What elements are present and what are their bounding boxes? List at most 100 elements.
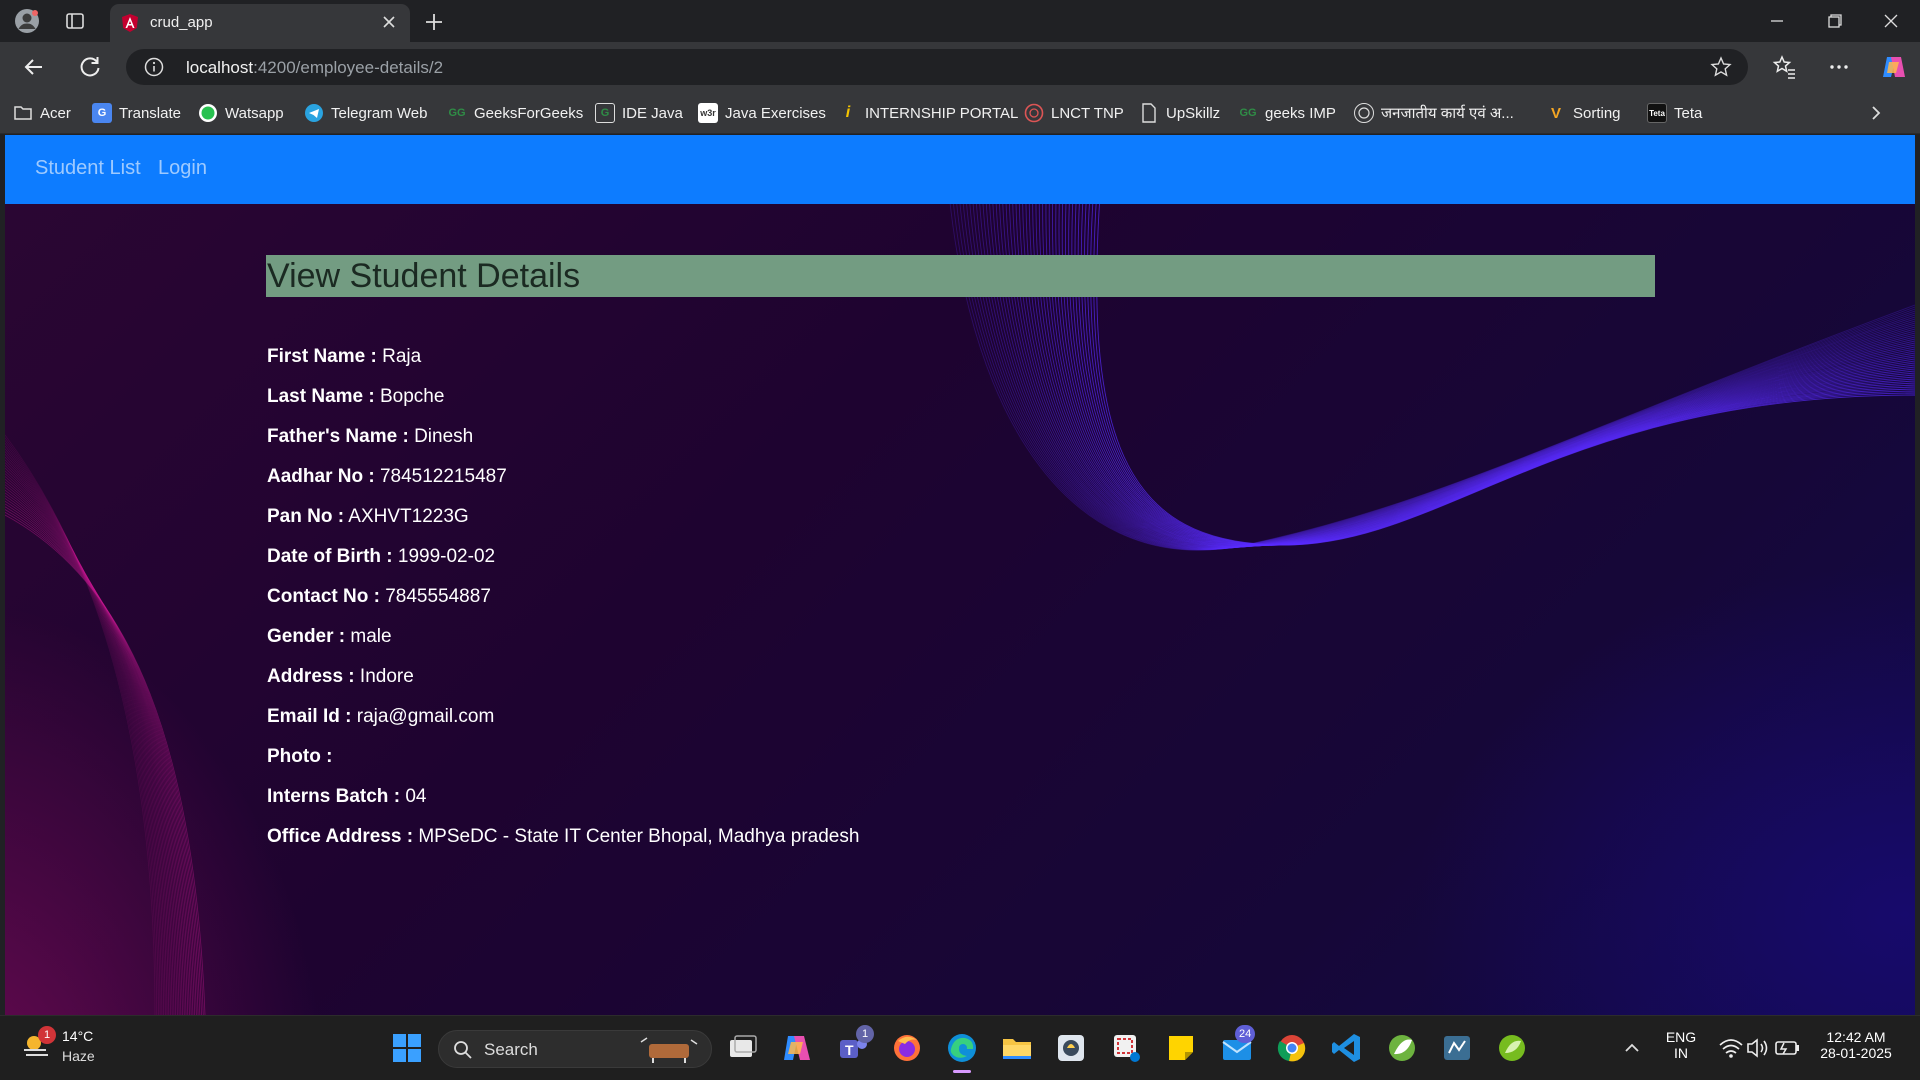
field-label: First Name : xyxy=(267,346,377,367)
close-tab-icon[interactable] xyxy=(380,13,398,31)
bookmark-internship-portal[interactable]: i INTERNSHIP PORTAL xyxy=(838,102,1019,124)
chrome-icon[interactable] xyxy=(1275,1031,1309,1065)
field-label: Aadhar No : xyxy=(267,466,375,487)
detail-contact-no: Contact No : 7845554887 xyxy=(267,577,859,617)
bookmark-ide-java[interactable]: G IDE Java xyxy=(595,102,683,124)
site-info-icon[interactable] xyxy=(144,57,164,77)
windows-start-icon[interactable] xyxy=(390,1031,424,1065)
bookmark-sorting[interactable]: V Sorting xyxy=(1546,102,1621,124)
nav-login-link[interactable]: Login xyxy=(158,157,207,180)
system-clock[interactable]: 12:42 AM 28-01-2025 xyxy=(1810,1029,1902,1061)
page-heading-banner: View Student Details xyxy=(266,255,1655,297)
bookmark-label: Watsapp xyxy=(225,104,284,122)
field-label: Photo : xyxy=(267,746,333,767)
field-value: Bopche xyxy=(379,386,445,407)
bookmark-geeks-imp[interactable]: GG geeks IMP xyxy=(1238,102,1335,124)
bookmark-label: जनजातीय कार्य एवं अ... xyxy=(1381,105,1514,122)
new-tab-icon[interactable] xyxy=(420,9,448,35)
favorite-star-icon[interactable] xyxy=(1710,56,1732,78)
url-text[interactable]: localhost:4200/employee-details/2 xyxy=(186,58,443,78)
detail-interns-batch: Interns Batch : 04 xyxy=(267,777,859,817)
bookmark-lnct-tnp[interactable]: LNCT TNP xyxy=(1024,102,1124,124)
file-explorer-icon[interactable] xyxy=(1000,1031,1034,1065)
bookmark-janjatiya-karya[interactable]: जनजातीय कार्य एवं अ... xyxy=(1354,102,1514,124)
field-label: Last Name : xyxy=(267,386,375,407)
bookmark-acer[interactable]: Acer xyxy=(13,102,71,124)
search-highlight-icon xyxy=(640,1037,698,1063)
field-value: 04 xyxy=(405,786,427,807)
bookmark-label: Sorting xyxy=(1573,104,1621,122)
task-view-icon[interactable] xyxy=(726,1031,760,1065)
bookmark-java-exercises[interactable]: w3r Java Exercises xyxy=(698,102,826,124)
field-value: male xyxy=(350,626,392,647)
bookmarks-overflow-chevron-icon[interactable] xyxy=(1866,102,1886,124)
taskbar-search-box[interactable]: Search xyxy=(438,1030,712,1068)
page-title: View Student Details xyxy=(267,257,581,295)
snipping-tool-icon[interactable] xyxy=(1109,1031,1143,1065)
detail-email-id: Email Id : raja@gmail.com xyxy=(267,697,859,737)
detail-aadhar-no: Aadhar No : 784512215487 xyxy=(267,457,859,497)
address-bar[interactable]: localhost:4200/employee-details/2 xyxy=(126,49,1748,85)
spring-tool-suite-icon[interactable] xyxy=(1385,1031,1419,1065)
bookmark-translate[interactable]: G Translate xyxy=(92,102,181,124)
tab-crud-app[interactable]: crud_app xyxy=(110,4,410,42)
language-indicator[interactable]: ENG IN xyxy=(1658,1029,1704,1061)
back-arrow-icon[interactable] xyxy=(20,53,48,81)
more-options-icon[interactable] xyxy=(1825,53,1853,81)
region-code: IN xyxy=(1674,1045,1688,1061)
url-host: localhost xyxy=(186,58,254,77)
bookmark-label: Translate xyxy=(119,104,181,122)
internship-portal-icon: i xyxy=(845,104,851,121)
firefox-icon[interactable] xyxy=(890,1031,924,1065)
bookmark-label: UpSkillz xyxy=(1166,104,1221,122)
spring-boot-icon[interactable] xyxy=(1495,1031,1529,1065)
field-label: Gender : xyxy=(267,626,346,647)
microsoft-teams-icon[interactable]: T 1 xyxy=(836,1025,874,1065)
bookmark-label: Java Exercises xyxy=(725,104,826,122)
minimize-icon[interactable] xyxy=(1765,10,1789,32)
copilot-app-icon[interactable] xyxy=(780,1031,814,1065)
detail-photo: Photo : xyxy=(267,737,859,777)
mail-icon[interactable]: 24 xyxy=(1220,1025,1256,1065)
tab-actions-icon[interactable] xyxy=(62,8,88,34)
battery-icon[interactable] xyxy=(1770,1031,1804,1065)
bookmark-telegram-web[interactable]: Telegram Web xyxy=(304,102,427,124)
mysql-workbench-icon[interactable] xyxy=(1440,1031,1474,1065)
detail-office-address: Office Address : MPSeDC - State IT Cente… xyxy=(267,817,859,857)
profile-avatar-icon[interactable] xyxy=(14,8,40,34)
refresh-icon[interactable] xyxy=(76,53,104,81)
url-path: :4200/employee-details/2 xyxy=(253,58,444,77)
app-navbar: Student List Login xyxy=(5,135,1915,204)
google-translate-icon: G xyxy=(92,103,112,123)
bookmark-label: INTERNSHIP PORTAL xyxy=(865,104,1019,122)
bookmark-label: LNCT TNP xyxy=(1051,104,1124,122)
vscode-icon[interactable] xyxy=(1330,1031,1364,1065)
language-code: ENG xyxy=(1665,1029,1697,1045)
detail-gender: Gender : male xyxy=(267,617,859,657)
restore-icon[interactable] xyxy=(1822,10,1846,32)
bookmark-geeksforgeeks[interactable]: GG GeeksForGeeks xyxy=(447,102,583,124)
field-value: raja@gmail.com xyxy=(356,706,495,727)
page-viewport: Student List Login View Student Details … xyxy=(5,135,1915,1015)
weather-temperature: 14°C xyxy=(62,1028,94,1044)
geeksforgeeks-icon: GG xyxy=(1239,107,1257,119)
sticky-notes-icon[interactable] xyxy=(1164,1031,1198,1065)
field-value: Raja xyxy=(382,346,422,367)
edge-browser-icon[interactable] xyxy=(945,1031,979,1073)
show-hidden-icons-chevron-icon[interactable] xyxy=(1615,1031,1649,1065)
search-label: Search xyxy=(484,1040,538,1059)
favorites-icon[interactable] xyxy=(1770,53,1798,81)
bookmark-upskillz[interactable]: UpSkillz xyxy=(1139,102,1220,124)
copilot-icon[interactable] xyxy=(1879,53,1907,81)
weather-widget[interactable]: 1 14°C Haze xyxy=(20,1026,95,1067)
close-window-icon[interactable] xyxy=(1879,10,1903,32)
bookmark-teta[interactable]: Teta Teta xyxy=(1647,102,1702,124)
photo-viewer-icon[interactable] xyxy=(1054,1031,1088,1065)
nav-student-list-link[interactable]: Student List xyxy=(35,157,141,180)
bookmark-watsapp[interactable]: Watsapp xyxy=(198,102,284,124)
sorting-icon: V xyxy=(1550,104,1561,122)
detail-last-name: Last Name : Bopche xyxy=(267,377,859,417)
field-label: Date of Birth : xyxy=(267,546,393,567)
field-label: Father's Name : xyxy=(267,426,409,447)
teams-notification-badge: 1 xyxy=(856,1025,874,1043)
